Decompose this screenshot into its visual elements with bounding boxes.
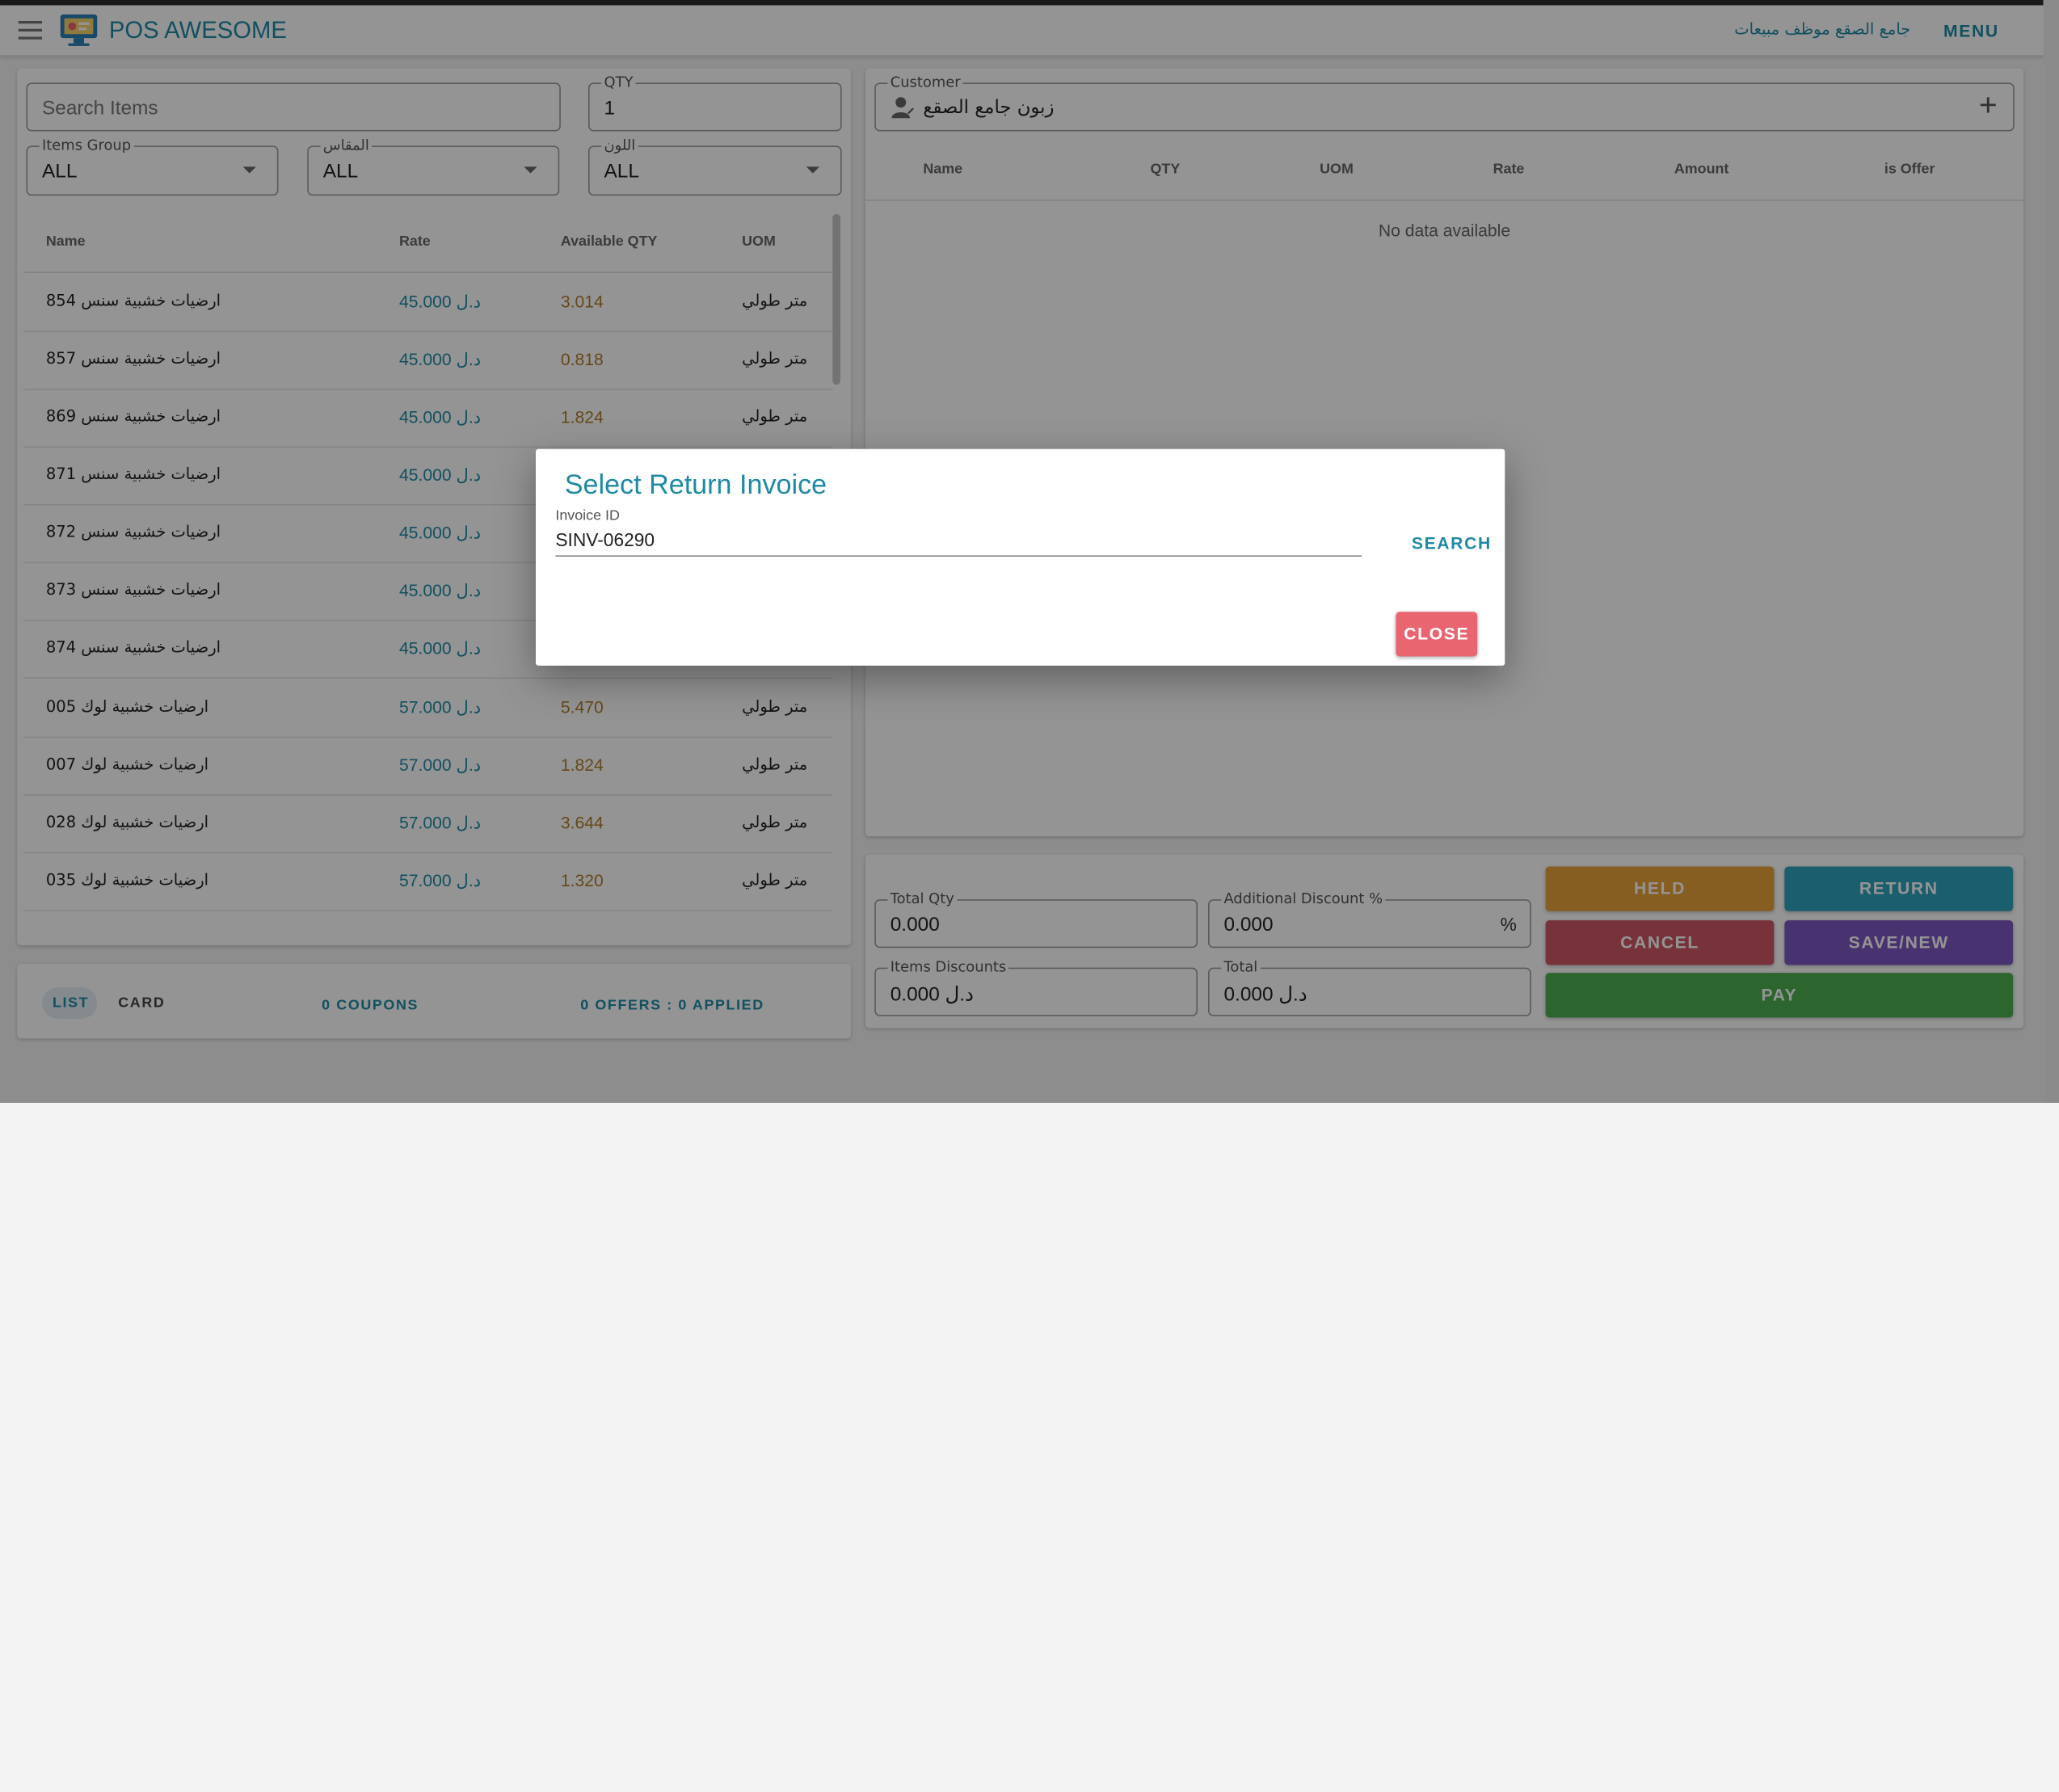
page: POS AWESOME جامع الصقع موظف مبيعات MENU … xyxy=(0,0,2059,1792)
invoice-id-input[interactable]: SINV-06290 xyxy=(555,529,1362,557)
select-return-invoice-dialog: Select Return Invoice Invoice ID SINV-06… xyxy=(536,449,1505,666)
search-button[interactable]: SEARCH xyxy=(1412,533,1492,553)
invoice-id-label: Invoice ID xyxy=(555,508,619,524)
dialog-title: Select Return Invoice xyxy=(565,470,827,502)
close-button[interactable]: CLOSE xyxy=(1396,612,1477,656)
